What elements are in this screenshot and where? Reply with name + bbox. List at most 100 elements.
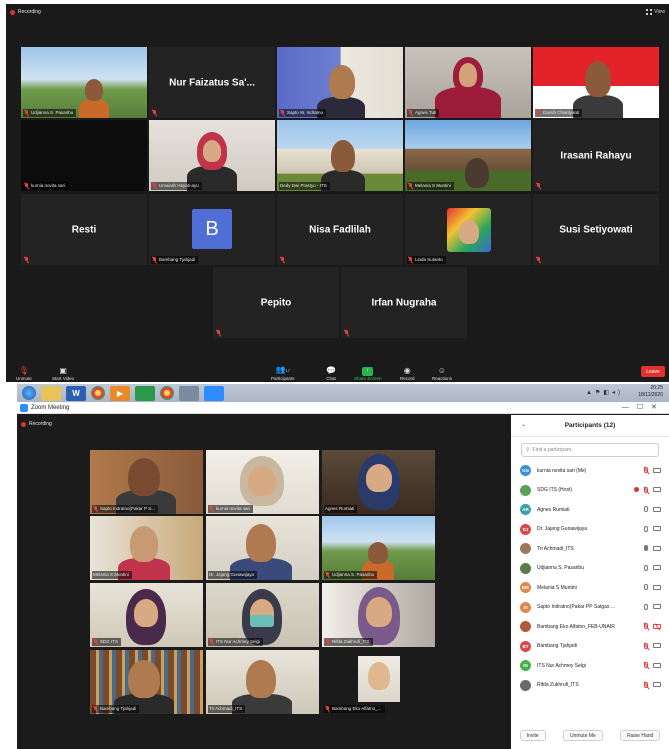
video-tile-bambang-eko[interactable]: Bambang Eko Alfatno_...	[322, 650, 435, 714]
recording-label: Recording	[18, 9, 41, 15]
participant-row[interactable]: IN ITS Nur Achmey Selgi	[511, 656, 669, 676]
participant-row[interactable]: Udjianna S. Pasaribu	[511, 559, 669, 579]
name-tile-irasani[interactable]: Irasani Rahayu	[533, 120, 659, 191]
share-screen-button[interactable]: ↑ Share Screen	[354, 367, 382, 381]
participant-row[interactable]: SDG ITS (Host)	[511, 481, 669, 501]
chevron-down-icon[interactable]: ⌄	[521, 421, 526, 428]
participant-avatar	[520, 484, 531, 496]
windows-taskbar: W ▶ ▲⚑◧◂) 20:25 18/11/2020	[17, 384, 669, 402]
video-tile-bambang-tjahjadi[interactable]: Bambang Tjahjadi	[90, 650, 203, 714]
person-head	[246, 524, 276, 562]
participant-row[interactable]: Bambang Eko Alfatno_FEB-UNAIR	[511, 617, 669, 637]
participant-row[interactable]: DJ Dr. Jajang Gunawijaya	[511, 520, 669, 540]
video-tile-darsih[interactable]: Darsih Chakilyanti	[533, 47, 659, 118]
video-tile-sdg-its[interactable]: SDG ITS	[90, 583, 203, 647]
participant-search-input[interactable]: ⚲ Find a participant	[521, 443, 659, 457]
participant-name: Dr. Jajang Gunawijaya	[537, 526, 588, 533]
video-tile-linda[interactable]: Linda Sutanto	[405, 194, 531, 265]
mic-muted-icon	[408, 257, 413, 263]
record-button[interactable]: ◉ Record	[400, 366, 415, 381]
invite-button[interactable]: Invite	[519, 730, 546, 741]
video-tile-udjianna[interactable]: Udjianna S. Pasaribu	[21, 47, 147, 118]
paint-icon[interactable]	[179, 385, 199, 401]
camera-icon	[653, 565, 661, 570]
participant-name: ITS Nur Achmey Selgi	[537, 662, 586, 669]
name-tile-resti[interactable]: Resti	[21, 194, 147, 265]
video-tile-umairah[interactable]: Umairah Hayati-ayu	[149, 120, 275, 191]
name-tile-nisa[interactable]: Nisa Fadlilah	[277, 194, 403, 265]
camera-icon	[653, 526, 661, 531]
file-explorer-icon[interactable]	[41, 385, 61, 401]
participant-status-icons	[644, 584, 661, 590]
participant-row[interactable]: AR Agnes Rumiati	[511, 500, 669, 520]
tile-name-label: Linda Sutanto	[407, 256, 446, 264]
video-tile-kurnia[interactable]: kurnia novita sari	[206, 450, 319, 514]
video-tile-kurnia[interactable]: kurnia novita sari	[21, 120, 147, 191]
chat-button[interactable]: 💬 Chat	[326, 366, 336, 381]
video-tile-dedy-active-speaker[interactable]: Dedy Dwi Prastyo - ITS	[277, 120, 403, 191]
zoom-app-icon[interactable]	[204, 385, 224, 401]
leave-button[interactable]: Leave	[641, 366, 665, 377]
video-tile-nur-achmey[interactable]: ITS Nur Achmey Selgi	[206, 583, 319, 647]
unmute-button[interactable]: 🎙 Unmute	[16, 366, 32, 381]
participant-row[interactable]: Tri Achmadi_ITS	[511, 539, 669, 559]
tile-display-name: Nur Faizatus Sa'...	[169, 77, 255, 88]
raise-hand-button[interactable]: Raise Hand	[620, 730, 661, 741]
avatar-tile-bambang[interactable]: B Bambang Tjahjadi	[149, 194, 275, 265]
participant-avatar: MS	[520, 582, 531, 594]
start-video-button[interactable]: ▣ Start Video	[52, 366, 74, 381]
name-tile-pepito[interactable]: Pepito	[213, 267, 339, 338]
avatar: B	[192, 209, 232, 249]
participants-footer: Invite Unmute Me Raise Hand	[511, 730, 669, 741]
mic-muted-icon	[325, 572, 330, 578]
chrome-icon-2[interactable]	[160, 386, 174, 400]
excel-icon[interactable]	[135, 385, 155, 401]
mic-muted-icon	[209, 639, 214, 645]
mic-muted-icon	[152, 257, 157, 263]
name-tile-nurfaizatus[interactable]: Nur Faizatus Sa'...	[149, 47, 275, 118]
participant-row[interactable]: Rifda Zukhrufi_ITS	[511, 676, 669, 696]
participant-row[interactable]: SI Sapto Indratno(Pakar PP Satgas ...	[511, 598, 669, 618]
tile-display-name: Irasani Rahayu	[560, 150, 632, 161]
person-head	[128, 458, 160, 496]
video-tile-rifda[interactable]: Rifda Zukhrufi_ITS	[322, 583, 435, 647]
participant-status-icons	[644, 681, 661, 688]
participant-status-icons	[644, 545, 661, 551]
person-head	[130, 526, 158, 562]
word-icon[interactable]: W	[66, 385, 86, 401]
reactions-button[interactable]: ☺ Reactions	[432, 366, 452, 381]
name-tile-irfan[interactable]: Irfan Nugraha	[341, 267, 467, 338]
video-tile-jajang[interactable]: Dr. Jajang Gunawijaya	[206, 516, 319, 580]
mic-muted-icon	[216, 330, 221, 336]
video-tile-udjianna[interactable]: Udjianna S. Pasaribu	[322, 516, 435, 580]
chrome-icon[interactable]	[91, 386, 105, 400]
participant-avatar: IN	[520, 660, 531, 672]
video-tile-tri-achmadi-active-speaker[interactable]: Tri Achmadi_ITS	[206, 650, 319, 714]
media-player-icon[interactable]: ▶	[110, 385, 130, 401]
tile-display-name: Resti	[71, 224, 97, 235]
start-orb-icon[interactable]	[22, 386, 36, 400]
participant-avatar: DJ	[520, 523, 531, 535]
grid-view-icon	[646, 9, 653, 15]
mic-icon	[644, 506, 648, 512]
window-controls[interactable]: —☐✕	[622, 403, 665, 411]
unmute-me-button[interactable]: Unmute Me	[562, 730, 603, 741]
participant-row[interactable]: MS Melania S Muntini	[511, 578, 669, 598]
tile-name-label: kurnia novita sari	[208, 505, 254, 513]
participants-button[interactable]: 👥17 Participants	[271, 365, 295, 381]
video-tile-saptow[interactable]: Sapto W. Indratno	[277, 47, 403, 118]
participant-row[interactable]: KN kurnia novita sari (Me)	[511, 461, 669, 481]
tile-name-label: Darsih Chakilyanti	[535, 109, 583, 117]
video-tile-melania[interactable]: Melania S Muntini	[90, 516, 203, 580]
mic-muted-icon	[536, 183, 541, 189]
person-head	[465, 158, 489, 188]
participant-row[interactable]: BT Bambang Tjahjadi	[511, 637, 669, 657]
view-button[interactable]: View	[646, 9, 665, 15]
video-tile-melania[interactable]: Melania S Muntini	[405, 120, 531, 191]
tile-name-label: Dr. Jajang Gunawijaya	[208, 571, 258, 579]
video-tile-sapto[interactable]: Sapto Indratno(Pakar P S...	[90, 450, 203, 514]
video-tile-agnes[interactable]: Agnes Tuti	[405, 47, 531, 118]
name-tile-susi[interactable]: Susi Setiyowati	[533, 194, 659, 265]
participant-avatar	[520, 543, 531, 555]
video-tile-agnes[interactable]: Agnes Rumiati	[322, 450, 435, 514]
